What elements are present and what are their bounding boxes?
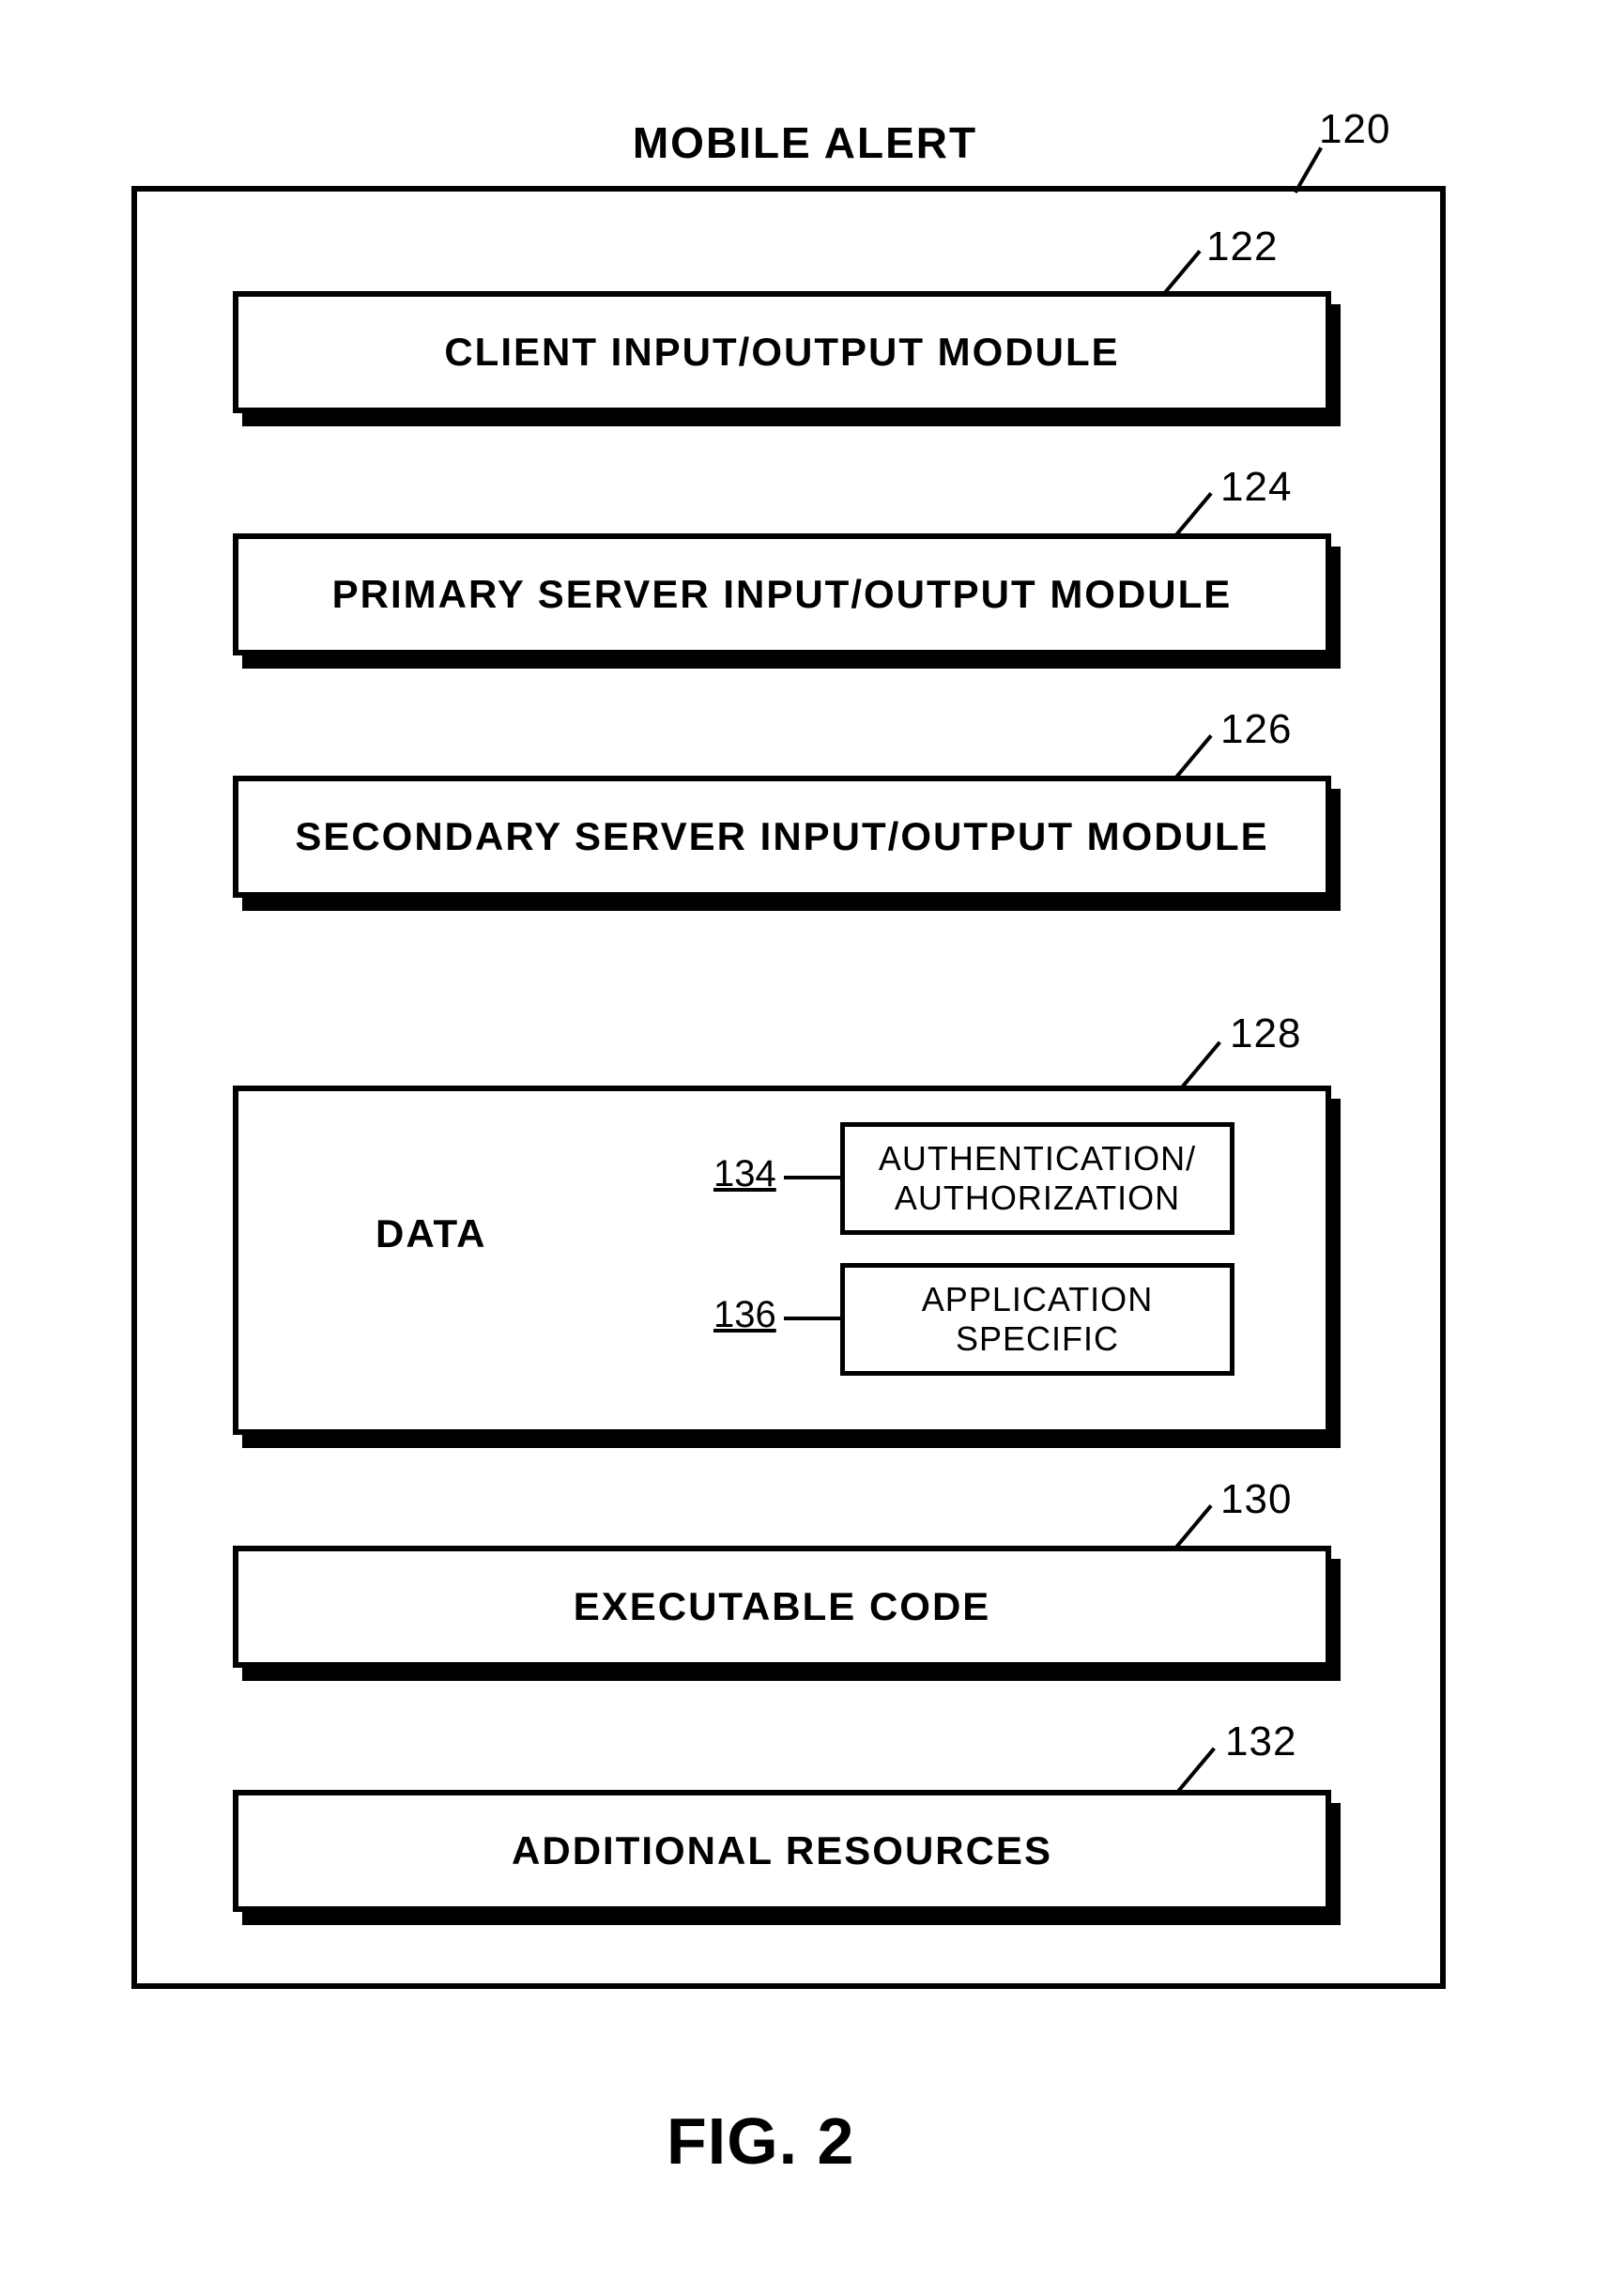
figure-caption: FIG. 2 xyxy=(667,2103,854,2179)
diagram-canvas: MOBILE ALERT 120 122 CLIENT INPUT/OUTPUT… xyxy=(0,0,1610,2296)
ref-secondary-io: 126 xyxy=(1220,706,1292,753)
sub-box-auth: AUTHENTICATION/ AUTHORIZATION xyxy=(840,1122,1234,1235)
ref-app-specific: 136 xyxy=(713,1294,776,1336)
ref-outer: 120 xyxy=(1319,106,1390,153)
ref-client-io: 122 xyxy=(1206,223,1278,270)
data-label: DATA xyxy=(376,1211,486,1256)
ref-exec-code: 130 xyxy=(1220,1476,1292,1523)
connector-app-specific xyxy=(784,1317,840,1320)
ref-add-res: 132 xyxy=(1225,1718,1296,1765)
ref-data: 128 xyxy=(1230,1010,1301,1057)
module-exec-code: EXECUTABLE CODE xyxy=(233,1546,1331,1668)
ref-auth: 134 xyxy=(713,1153,776,1195)
ref-primary-io: 124 xyxy=(1220,464,1292,511)
module-client-io: CLIENT INPUT/OUTPUT MODULE xyxy=(233,291,1331,413)
connector-auth xyxy=(784,1176,840,1179)
sub-box-app-specific: APPLICATION SPECIFIC xyxy=(840,1263,1234,1376)
module-add-res: ADDITIONAL RESOURCES xyxy=(233,1790,1331,1912)
module-secondary-io: SECONDARY SERVER INPUT/OUTPUT MODULE xyxy=(233,776,1331,898)
module-primary-io: PRIMARY SERVER INPUT/OUTPUT MODULE xyxy=(233,533,1331,655)
